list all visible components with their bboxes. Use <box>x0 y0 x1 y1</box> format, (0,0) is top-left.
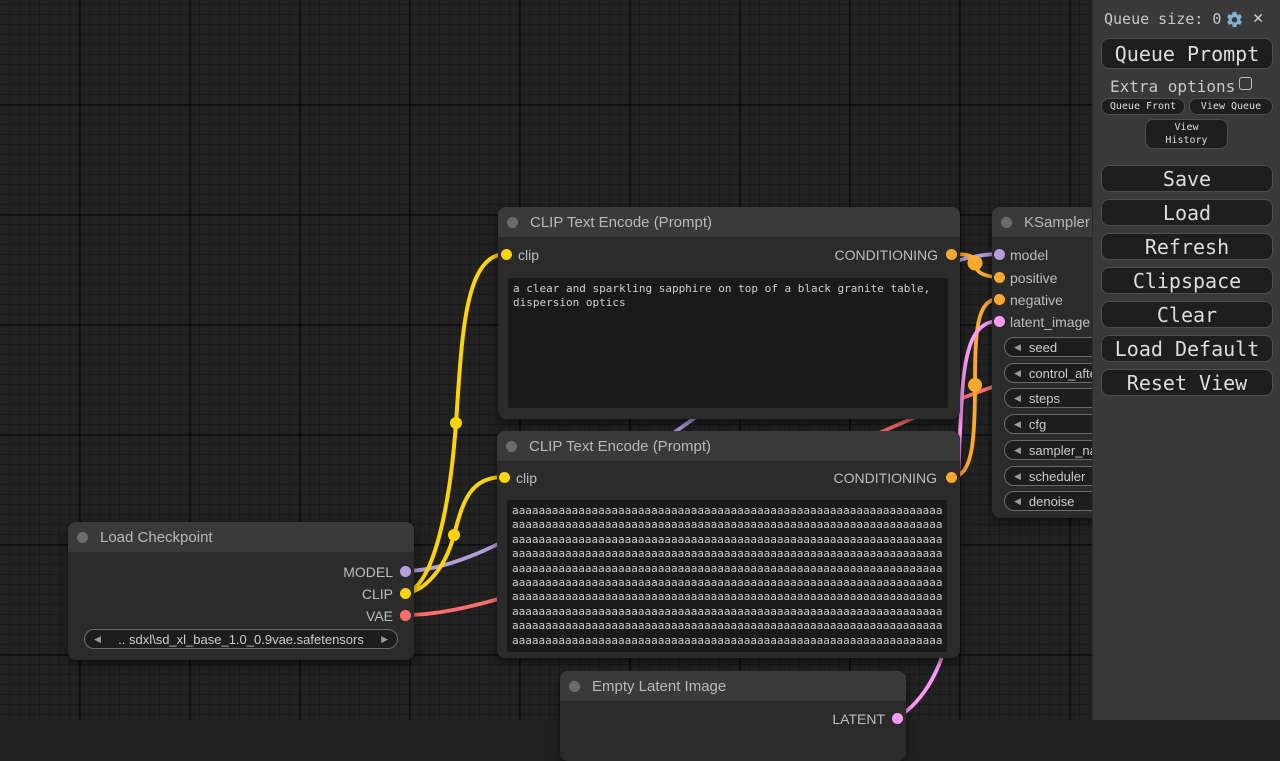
output-port-conditioning[interactable] <box>946 249 957 260</box>
node-titlebar[interactable]: Load Checkpoint <box>68 522 414 552</box>
node-clip-text-encode-top[interactable]: CLIP Text Encode (Prompt) clip CONDITION… <box>498 207 960 419</box>
view-queue-button[interactable]: View Queue <box>1189 98 1273 115</box>
output-label-vae: VAE <box>366 608 393 624</box>
widget-left-arrow-icon[interactable]: ◀ <box>1014 420 1021 429</box>
load-default-button[interactable]: Load Default <box>1101 335 1273 362</box>
widget-left-arrow-icon[interactable]: ◀ <box>1014 497 1021 506</box>
node-load-checkpoint[interactable]: Load Checkpoint MODEL CLIP VAE ◀ .. sdxl… <box>68 522 414 660</box>
node-titlebar[interactable]: CLIP Text Encode (Prompt) <box>498 207 960 237</box>
input-label-clip: clip <box>518 247 539 263</box>
widget-left-arrow-icon[interactable]: ◀ <box>1014 446 1021 455</box>
load-button[interactable]: Load <box>1101 199 1273 226</box>
output-port-model[interactable] <box>400 566 411 577</box>
input-label-model: model <box>1010 247 1048 263</box>
refresh-button[interactable]: Refresh <box>1101 233 1273 260</box>
widget-left-arrow-icon[interactable]: ◀ <box>1014 343 1021 352</box>
input-port-negative[interactable] <box>994 294 1005 305</box>
input-label-negative: negative <box>1010 292 1063 308</box>
input-label-latent-image: latent_image <box>1010 314 1090 330</box>
output-port-latent[interactable] <box>892 713 903 724</box>
input-label-clip: clip <box>516 470 537 486</box>
input-port-clip[interactable] <box>501 249 512 260</box>
node-titlebar[interactable]: Empty Latent Image <box>560 671 906 701</box>
widget-label: scheduler <box>1029 469 1085 484</box>
input-port-model[interactable] <box>994 249 1005 260</box>
input-port-clip[interactable] <box>499 472 510 483</box>
widget-label: steps <box>1029 391 1060 406</box>
queue-size-label: Queue size: 0 <box>1104 10 1221 28</box>
collapse-dot-icon[interactable] <box>506 441 517 452</box>
output-port-vae[interactable] <box>400 610 411 621</box>
collapse-dot-icon[interactable] <box>77 532 88 543</box>
collapse-dot-icon[interactable] <box>1001 217 1012 228</box>
prompt-textarea[interactable]: aaaaaaaaaaaaaaaaaaaaaaaaaaaaaaaaaaaaaaaa… <box>507 500 947 652</box>
settings-gear-icon[interactable] <box>1225 10 1244 29</box>
node-title: CLIP Text Encode (Prompt) <box>529 438 711 455</box>
node-titlebar[interactable]: CLIP Text Encode (Prompt) <box>497 431 960 461</box>
close-icon[interactable]: ✕ <box>1253 8 1263 28</box>
extra-options-label: Extra options <box>1110 77 1235 96</box>
collapse-dot-icon[interactable] <box>569 681 580 692</box>
widget-label: seed <box>1029 340 1057 355</box>
input-port-positive[interactable] <box>994 272 1005 283</box>
widget-left-arrow-icon[interactable]: ◀ <box>1014 394 1021 403</box>
combo-right-arrow-icon[interactable]: ▶ <box>381 635 388 644</box>
output-port-conditioning[interactable] <box>946 472 957 483</box>
menu-header: Queue size: 0 ✕ <box>1093 0 1280 36</box>
ckpt-name-value: .. sdxl\sd_xl_base_1.0_0.9vae.safetensor… <box>118 632 364 647</box>
widget-label: cfg <box>1029 417 1046 432</box>
save-button[interactable]: Save <box>1101 165 1273 192</box>
output-port-clip[interactable] <box>400 588 411 599</box>
node-clip-text-encode-bottom[interactable]: CLIP Text Encode (Prompt) clip CONDITION… <box>497 431 960 658</box>
input-port-latent-image[interactable] <box>994 316 1005 327</box>
comfy-menu-panel: Queue size: 0 ✕ Queue Prompt Extra optio… <box>1092 0 1280 720</box>
ckpt-name-combo[interactable]: ◀ .. sdxl\sd_xl_base_1.0_0.9vae.safetens… <box>84 629 398 649</box>
queue-front-button[interactable]: Queue Front <box>1101 98 1185 115</box>
widget-left-arrow-icon[interactable]: ◀ <box>1014 472 1021 481</box>
extra-options-checkbox[interactable] <box>1239 77 1252 90</box>
output-label-model: MODEL <box>343 564 393 580</box>
collapse-dot-icon[interactable] <box>507 217 518 228</box>
prompt-textarea[interactable]: a clear and sparkling sapphire on top of… <box>508 278 948 408</box>
clipspace-button[interactable]: Clipspace <box>1101 267 1273 294</box>
input-label-positive: positive <box>1010 270 1057 286</box>
queue-prompt-button[interactable]: Queue Prompt <box>1101 38 1273 69</box>
combo-left-arrow-icon[interactable]: ◀ <box>94 635 101 644</box>
reset-view-button[interactable]: Reset View <box>1101 369 1273 396</box>
clear-button[interactable]: Clear <box>1101 301 1273 328</box>
widget-label: denoise <box>1029 494 1075 509</box>
output-label-conditioning: CONDITIONING <box>834 470 937 486</box>
view-history-button[interactable]: View History <box>1145 119 1228 149</box>
output-label-conditioning: CONDITIONING <box>835 247 938 263</box>
node-title: CLIP Text Encode (Prompt) <box>530 214 712 231</box>
node-title: Load Checkpoint <box>100 529 213 546</box>
output-label-clip: CLIP <box>362 586 393 602</box>
widget-left-arrow-icon[interactable]: ◀ <box>1014 369 1021 378</box>
output-label-latent: LATENT <box>832 711 885 727</box>
node-title: Empty Latent Image <box>592 678 726 695</box>
node-empty-latent-image[interactable]: Empty Latent Image LATENT <box>560 671 906 761</box>
node-title: KSampler <box>1024 214 1090 231</box>
